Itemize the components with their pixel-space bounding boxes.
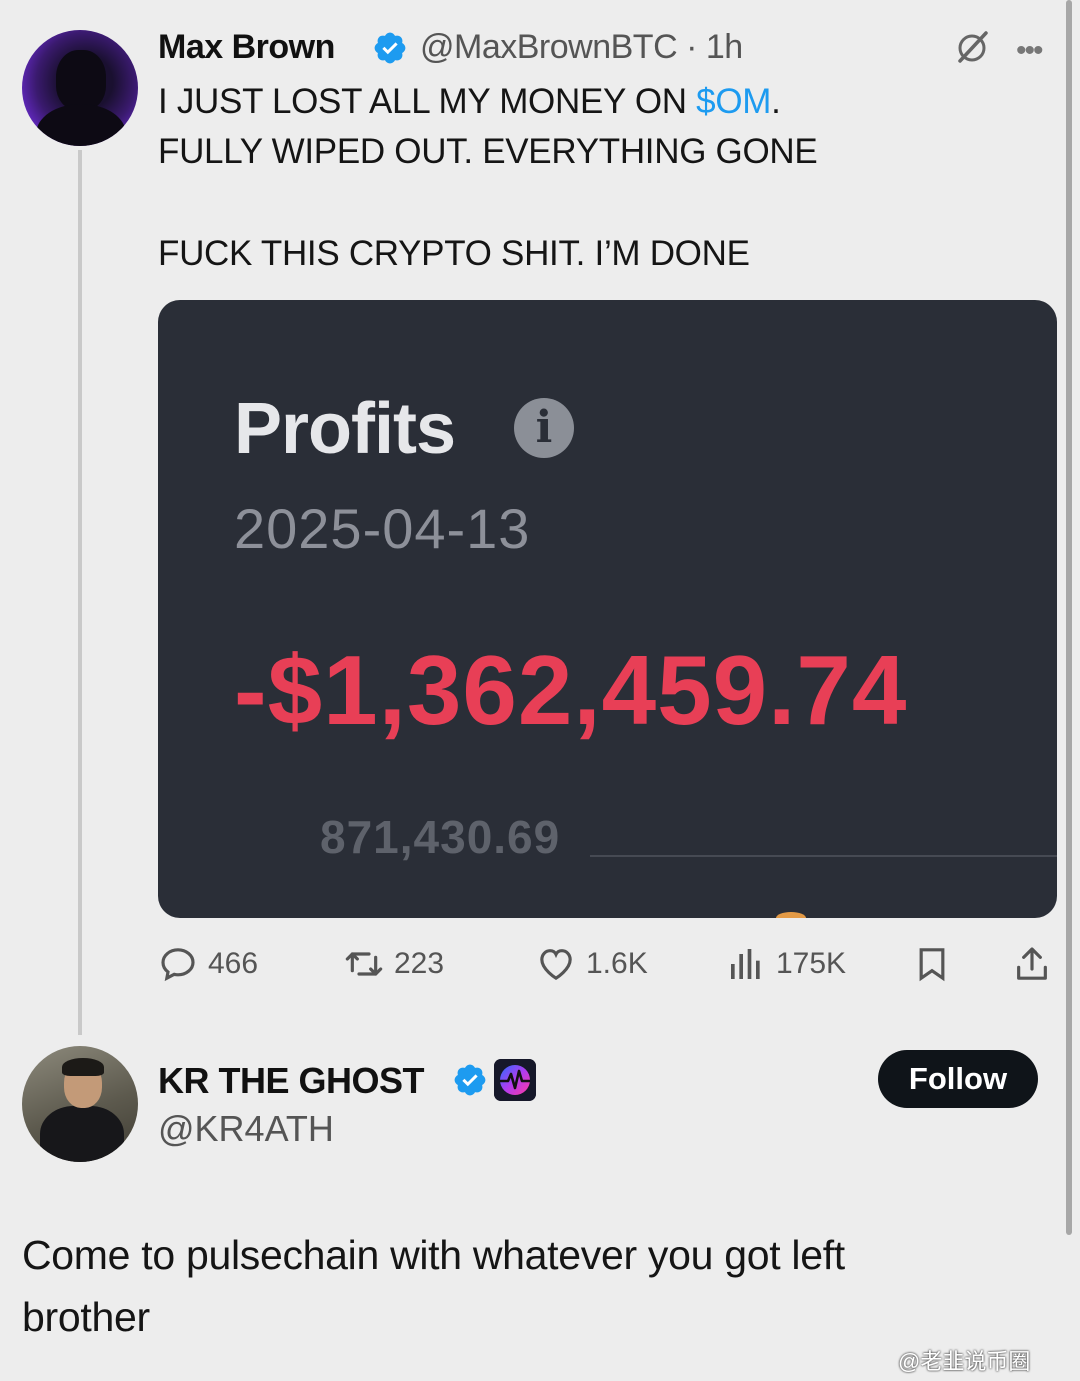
like-icon — [540, 949, 572, 981]
tweet-text-line: I JUST LOST ALL MY MONEY ON $OM. — [158, 82, 781, 122]
reply-author-name[interactable]: KR THE GHOST — [158, 1060, 425, 1102]
follow-button[interactable]: Follow — [878, 1050, 1038, 1108]
chart-marker — [776, 912, 806, 918]
tweet-text-segment: . — [771, 82, 781, 121]
profits-title: Profits — [234, 389, 456, 469]
reply-button[interactable]: 466 — [158, 942, 258, 986]
profits-amount: -$1,362,459.74 — [234, 635, 908, 745]
info-icon: i — [514, 398, 574, 458]
author-name[interactable]: Max Brown — [158, 28, 335, 67]
tweet-text-line: FUCK THIS CRYPTO SHIT. I’M DONE — [158, 234, 750, 273]
profits-sub-value: 871,430.69 — [320, 811, 561, 863]
author-avatar[interactable] — [22, 30, 138, 146]
bookmark-button[interactable] — [912, 942, 952, 986]
author-handle[interactable]: @MaxBrownBTC · 1h — [420, 28, 743, 67]
tweet-text-line: FULLY WIPED OUT. EVERYTHING GONE — [158, 132, 818, 171]
chart-baseline — [590, 855, 1057, 857]
views-button[interactable]: 175K — [726, 942, 846, 986]
repost-count: 223 — [394, 947, 445, 980]
share-button[interactable] — [1012, 942, 1052, 986]
profits-date: 2025-04-13 — [234, 497, 531, 560]
reply-icon — [161, 948, 195, 982]
reply-author-avatar[interactable] — [22, 1046, 138, 1162]
tweet-media-image[interactable]: Profits i 2025-04-13 -$1,362,459.74 871,… — [158, 300, 1057, 918]
views-icon — [731, 949, 760, 979]
tweet-text-segment: I JUST LOST ALL MY MONEY ON — [158, 82, 697, 121]
views-count: 175K — [776, 947, 847, 980]
reply-text-line: Come to pulsechain with whatever you got… — [22, 1232, 845, 1278]
like-button[interactable]: 1.6K — [536, 942, 648, 986]
more-icon[interactable]: ••• — [1016, 34, 1043, 68]
scrollbar[interactable] — [1066, 0, 1072, 1235]
verified-badge-icon — [454, 1064, 486, 1096]
affiliate-pulse-icon[interactable] — [494, 1059, 536, 1101]
share-icon — [1017, 947, 1047, 980]
grok-icon[interactable] — [952, 28, 992, 68]
verified-badge-icon — [374, 32, 406, 64]
cashtag-link[interactable]: $OM — [696, 82, 771, 121]
like-count: 1.6K — [586, 947, 648, 980]
reply-text-line: brother — [22, 1294, 150, 1340]
bookmark-icon — [919, 948, 945, 982]
reply-author-handle[interactable]: @KR4ATH — [158, 1108, 334, 1150]
watermark: @老韭说币圈 — [898, 1349, 1031, 1374]
repost-button[interactable]: 223 — [344, 942, 444, 986]
thread-connector-line — [78, 150, 82, 1035]
repost-icon — [345, 952, 383, 976]
reply-count: 466 — [208, 947, 259, 980]
